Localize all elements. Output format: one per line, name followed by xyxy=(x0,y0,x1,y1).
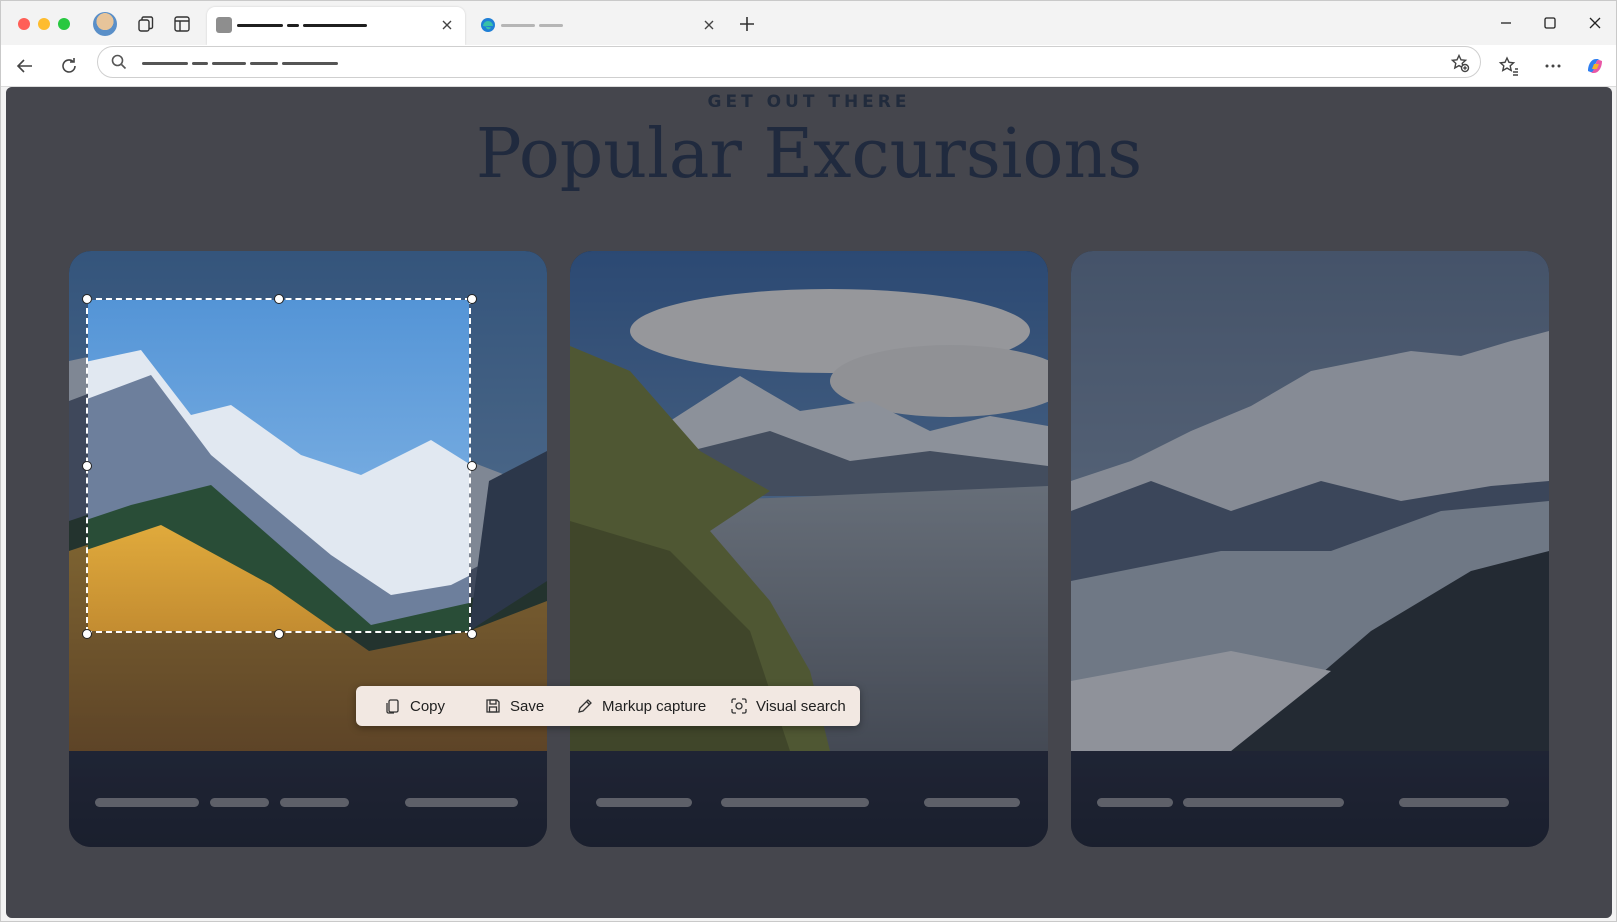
tab-actions-icon[interactable] xyxy=(172,14,192,34)
card-text-redacted xyxy=(924,798,1020,807)
markup-capture-button[interactable]: Markup capture xyxy=(576,686,706,726)
visual-search-label: Visual search xyxy=(756,697,846,715)
card-photo xyxy=(570,251,1048,751)
maximize-icon[interactable] xyxy=(1540,13,1560,33)
tab-active[interactable] xyxy=(207,7,465,45)
tab-title-redacted xyxy=(539,24,563,27)
tab-title-redacted xyxy=(303,24,367,27)
card-text-redacted xyxy=(1183,798,1344,807)
resize-handle-top-left[interactable] xyxy=(82,294,92,304)
search-icon xyxy=(111,54,127,70)
close-tab-icon[interactable] xyxy=(438,16,456,34)
copy-button[interactable]: Copy xyxy=(384,686,445,726)
card-snowy-ridges[interactable] xyxy=(1071,251,1549,847)
resize-handle-bottom-right[interactable] xyxy=(467,629,477,639)
card-photo xyxy=(1071,251,1549,751)
url-redacted xyxy=(192,62,208,65)
save-icon xyxy=(486,699,500,713)
new-tab-icon[interactable] xyxy=(737,14,757,34)
resize-handle-top[interactable] xyxy=(274,294,284,304)
tab-title-redacted xyxy=(501,24,535,27)
capture-selection[interactable] xyxy=(86,298,471,633)
close-tab-icon[interactable] xyxy=(700,16,718,34)
card-footer xyxy=(570,751,1048,847)
tab-title-redacted xyxy=(287,24,299,27)
resize-handle-left[interactable] xyxy=(82,461,92,471)
save-label: Save xyxy=(510,697,545,715)
navigation-toolbar xyxy=(1,45,1616,87)
visual-search-icon xyxy=(731,698,747,714)
title-bar xyxy=(1,1,1616,45)
resize-handle-right[interactable] xyxy=(467,461,477,471)
profile-avatar[interactable] xyxy=(93,12,117,36)
card-alpine-lake[interactable] xyxy=(570,251,1048,847)
page-title: Popular Excursions xyxy=(475,115,1143,194)
capture-action-menu: Copy Save Markup capture Visual search xyxy=(356,686,860,726)
card-text-redacted xyxy=(95,798,199,807)
edge-favicon-icon xyxy=(481,18,495,32)
tab-title-redacted xyxy=(237,24,283,27)
card-text-redacted xyxy=(721,798,869,807)
copy-label: Copy xyxy=(410,697,446,715)
selection-photo xyxy=(88,300,469,631)
address-bar[interactable] xyxy=(97,46,1481,78)
add-favorite-icon[interactable] xyxy=(1450,53,1470,73)
save-button[interactable]: Save xyxy=(484,686,544,726)
refresh-icon[interactable] xyxy=(58,55,80,77)
copy-icon xyxy=(386,699,399,714)
minimize-icon[interactable] xyxy=(1496,13,1516,33)
url-redacted xyxy=(250,62,278,65)
zoom-window-dot[interactable] xyxy=(58,18,70,30)
more-icon[interactable] xyxy=(1542,55,1564,77)
card-text-redacted xyxy=(210,798,269,807)
resize-handle-bottom[interactable] xyxy=(274,629,284,639)
back-icon[interactable] xyxy=(14,55,36,77)
tab-inactive[interactable] xyxy=(471,7,727,45)
workspaces-icon[interactable] xyxy=(136,14,156,34)
card-text-redacted xyxy=(596,798,692,807)
card-text-redacted xyxy=(1399,798,1509,807)
card-text-redacted xyxy=(1097,798,1173,807)
close-icon[interactable] xyxy=(1585,13,1605,33)
minimize-window-dot[interactable] xyxy=(38,18,50,30)
tab-favicon xyxy=(216,17,232,33)
card-footer xyxy=(1071,751,1549,847)
resize-handle-top-right[interactable] xyxy=(467,294,477,304)
browser-window: GET OUT THERE Popular Excursions Copy Sa… xyxy=(0,0,1617,922)
resize-handle-bottom-left[interactable] xyxy=(82,629,92,639)
favorites-icon[interactable] xyxy=(1498,55,1520,77)
url-redacted xyxy=(282,62,338,65)
card-footer xyxy=(69,751,547,847)
url-redacted xyxy=(142,62,188,65)
card-text-redacted xyxy=(405,798,518,807)
copilot-icon[interactable] xyxy=(1584,55,1606,77)
card-text-redacted xyxy=(280,798,349,807)
markup-capture-label: Markup capture xyxy=(602,697,707,715)
close-window-dot[interactable] xyxy=(18,18,30,30)
visual-search-button[interactable]: Visual search xyxy=(730,686,846,726)
url-redacted xyxy=(212,62,246,65)
section-kicker: GET OUT THERE xyxy=(707,92,911,112)
pen-icon xyxy=(578,699,592,713)
